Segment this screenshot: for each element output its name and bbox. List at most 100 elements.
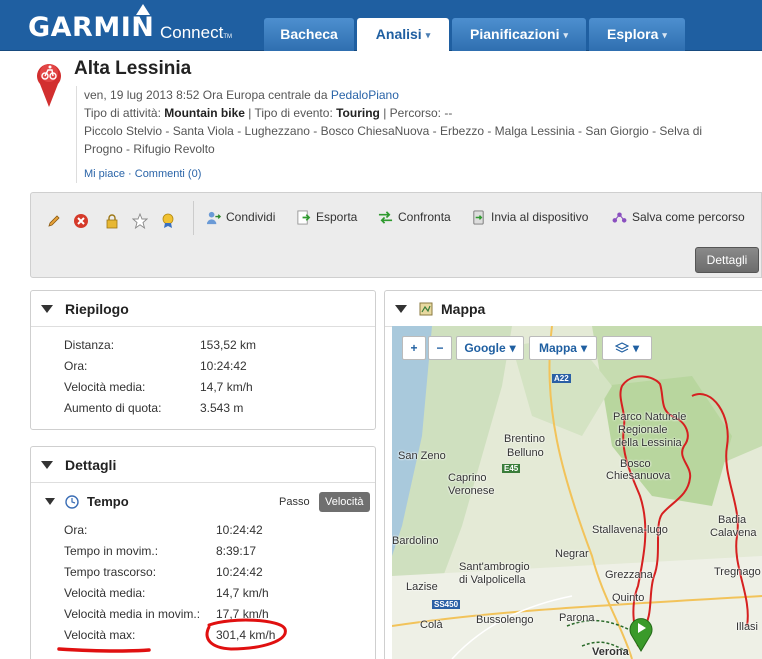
layers-icon [614,342,629,353]
map-label: Negrar [555,548,589,560]
summary-title: Riepilogo [65,300,129,317]
summary-panel-header[interactable]: Riepilogo [31,291,375,327]
map-panel-header[interactable]: Mappa [385,291,762,327]
connect-logo[interactable]: ConnectTM [160,23,232,43]
map-label: di Valpolicella [459,574,526,586]
summary-label: Velocità media: [64,380,146,394]
summary-value: 14,7 km/h [200,380,253,394]
lock-icon[interactable] [104,213,120,229]
chevron-down-icon: ▾ [632,341,640,355]
tab-bacheca[interactable]: Bacheca [264,18,354,51]
summary-value: 3.543 m [200,401,244,415]
badge-icon[interactable] [160,213,176,229]
map-label: Chiesanuova [606,470,671,482]
chevron-down-icon: ▾ [662,29,667,40]
map-provider-dropdown[interactable]: Google ▾ [456,336,524,360]
send-to-device-button[interactable]: Invia al dispositivo [471,207,588,227]
activity-date-line: ven, 19 lug 2013 8:52 Ora Europa central… [84,88,399,102]
tab-esplora[interactable]: Esplora ▾ [589,18,685,51]
activity-toolbar: Condividi Esporta Confronta Invia al dis… [30,192,762,278]
compare-button[interactable]: Confronta [378,207,451,227]
like-link[interactable]: Mi piace [84,168,125,180]
map-label: Verona [592,646,629,658]
star-icon[interactable] [132,213,148,229]
map-label: Colà [420,619,443,631]
tab-analisi[interactable]: Analisi ▾ [357,18,449,51]
time-section-header[interactable]: Tempo [45,494,129,509]
map-label: Grezzana [605,569,653,581]
details-value: 14,7 km/h [216,586,269,600]
user-link[interactable]: PedaloPiano [331,88,399,102]
summary-value: 10:24:42 [200,359,247,373]
collapse-arrow-icon [45,498,55,505]
map-label: Belluno [507,447,544,459]
route-map[interactable]: + − Google ▾ Mappa ▾ ▾ A22 E45 SS450 Brent… [392,326,762,659]
summary-label: Ora: [64,359,88,373]
activity-meta: ven, 19 lug 2013 8:52 Ora Europa central… [76,86,726,183]
details-row: Ora: 10:24:42 [64,523,364,539]
details-label: Ora: [64,523,88,537]
summary-label: Aumento di quota: [64,401,162,415]
top-navigation-bar: GARMIN ConnectTM Bacheca Analisi ▾ Pianif… [0,0,762,51]
map-label: Calavena [710,527,757,539]
compare-icon [378,210,393,224]
share-button[interactable]: Condividi [206,207,275,227]
send-device-icon [473,209,484,225]
chevron-down-icon: ▾ [563,29,568,40]
zoom-in-button[interactable]: + [402,336,426,360]
map-label: della Lessinia [615,437,682,449]
map-label: Parona [559,612,595,624]
activity-title: Alta Lessinia [74,58,192,79]
map-label: Caprino [448,472,487,484]
details-panel-header[interactable]: Dettagli [31,447,375,483]
chevron-down-icon: ▾ [425,29,431,40]
map-label: Bussolengo [476,614,534,626]
map-layers-dropdown[interactable]: ▾ [602,336,652,360]
map-label: Illasi [736,621,759,633]
map-label: Veronese [448,485,495,497]
speed-toggle[interactable]: Velocità [319,492,370,512]
collapse-arrow-icon [395,304,407,313]
details-label: Tempo in movim.: [64,544,159,558]
map-icon [419,302,433,315]
map-label: Bosco [620,458,651,470]
map-label: Stallavena-lugo [592,524,668,536]
map-label: San Zeno [398,450,446,462]
clock-icon [65,494,79,509]
map-label: Brentino [504,433,545,445]
red-annotation-marks [57,618,287,653]
road-shield-e45: E45 [502,464,521,473]
comments-link[interactable]: Commenti (0) [135,168,202,180]
chevron-down-icon: ▾ [580,341,588,355]
pencil-icon[interactable] [46,213,62,229]
summary-row: Aumento di quota: 3.543 m [64,401,364,417]
delete-icon[interactable] [73,213,89,229]
zoom-out-button[interactable]: − [428,336,452,360]
details-view-button[interactable]: Dettagli [695,247,759,273]
details-value: 10:24:42 [216,565,263,579]
map-label: Tregnago [714,566,761,578]
save-as-route-button[interactable]: Salva come percorso [612,207,745,227]
export-button[interactable]: Esporta [296,207,357,227]
details-title: Dettagli [65,456,117,473]
details-row: Tempo in movim.: 8:39:17 [64,544,364,560]
map-label: Lazise [406,581,438,593]
map-label: Sant'ambrogio [459,561,530,573]
garmin-logo[interactable]: GARMIN [28,12,154,43]
collapse-arrow-icon [41,460,53,469]
details-value: 10:24:42 [216,523,263,537]
toolbar-divider [193,201,194,235]
summary-label: Distanza: [64,338,115,352]
map-label: Badia [718,514,747,526]
save-route-icon [612,211,627,223]
details-row: Velocità media: 14,7 km/h [64,586,364,602]
start-marker-icon[interactable] [628,616,654,652]
tab-pianificazioni[interactable]: Pianificazioni ▾ [452,18,586,51]
summary-row: Ora: 10:24:42 [64,359,364,375]
export-icon [297,209,311,225]
collapse-arrow-icon [41,304,53,313]
pace-toggle[interactable]: Passo [279,492,310,512]
map-type-dropdown[interactable]: Mappa ▾ [529,336,597,360]
map-label: Regionale [618,424,668,436]
road-shield-a22: A22 [552,374,571,383]
